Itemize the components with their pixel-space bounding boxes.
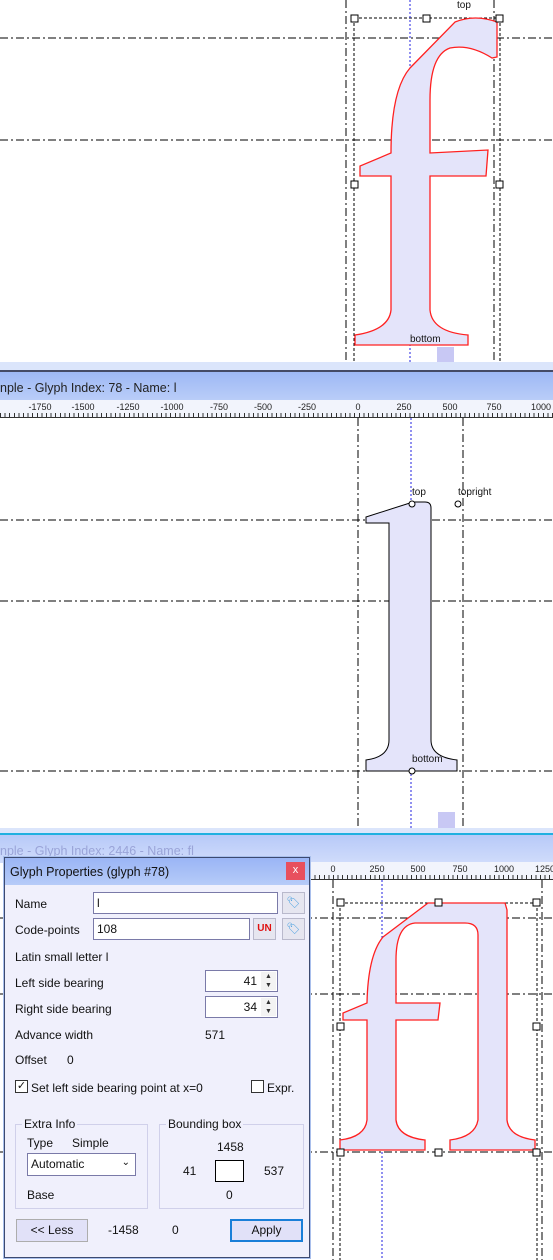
anchor-topright-label: topright (458, 487, 492, 498)
glyph-f-drawing (0, 0, 553, 362)
window-title-text: nple - Glyph Index: 78 - Name: l (0, 381, 177, 395)
dialog-titlebar[interactable]: Glyph Properties (glyph #78) (5, 858, 309, 885)
ruler-label: -1500 (71, 402, 95, 412)
ruler-label: 1000 (493, 864, 515, 874)
ruler-bottom: 0 250 500 750 1000 1250 (310, 862, 553, 880)
glyph-outline-fl (339, 902, 536, 1151)
ruler-label: -1000 (160, 402, 184, 412)
glyph-outline-l (365, 501, 458, 772)
ruler-label: 500 (442, 402, 458, 412)
ruler-label: 0 (355, 402, 361, 412)
ruler-label: -1750 (28, 402, 52, 412)
ruler-label: -1250 (116, 402, 140, 412)
ruler-middle: -1750 -1500 -1250 -1000 -750 -500 -250 0 250 500 7… (0, 400, 553, 418)
ruler-label: -250 (297, 402, 317, 412)
ruler-label: 500 (410, 864, 426, 874)
ruler-label: -500 (253, 402, 273, 412)
ruler-label: -750 (209, 402, 229, 412)
dialog-title: Glyph Properties (glyph #78) (10, 865, 170, 879)
window-title-middle[interactable]: nple - Glyph Index: 78 - Name: l (0, 372, 553, 400)
handle (422, 14, 431, 23)
anchor-bottom-label: bottom (412, 754, 443, 765)
window-title-text: nple - Glyph Index: 2446 - Name: fl (0, 844, 194, 858)
ruler-label: 1250 (534, 864, 553, 874)
ruler-label: 250 (369, 864, 385, 874)
ruler-label: 0 (330, 864, 336, 874)
glyph-l-drawing (0, 418, 553, 828)
handle (350, 14, 359, 23)
handle (350, 180, 359, 189)
anchor-top-label: top (457, 0, 471, 11)
handle (495, 14, 504, 23)
glyph-outline-f (354, 17, 498, 346)
ruler-label: 250 (396, 402, 412, 412)
ruler-label: 750 (452, 864, 468, 874)
glyph-properties-dialog: Glyph Properties (glyph #78) x (4, 857, 310, 1258)
ruler-label: 1000 (530, 402, 552, 412)
glyph-canvas-middle[interactable]: top topright bottom (0, 418, 553, 828)
ruler-label: 750 (486, 402, 502, 412)
anchor-top-label: top (412, 487, 426, 498)
glyph-canvas-top[interactable]: top bottom (0, 0, 553, 362)
anchor-bottom-label: bottom (410, 334, 441, 345)
close-button[interactable]: x (286, 862, 305, 880)
handle (495, 180, 504, 189)
